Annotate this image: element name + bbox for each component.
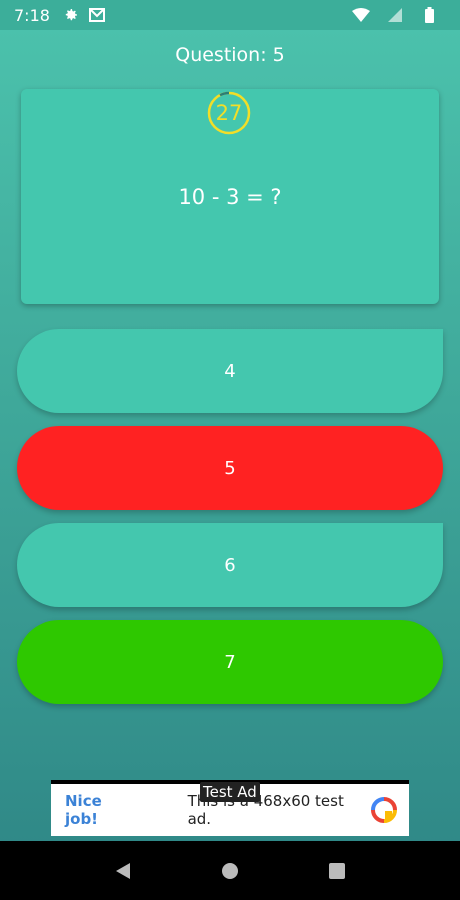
settings-icon [62,6,80,24]
answer-option-2[interactable]: 5 [17,426,443,510]
recents-icon[interactable] [325,859,349,883]
answer-label: 6 [224,554,236,576]
answer-label: 7 [224,651,236,673]
back-icon[interactable] [111,859,135,883]
answer-option-4[interactable]: 7 [17,620,443,704]
question-card: 27 10 - 3 = ? [21,89,439,304]
ad-headline: Nice job! [65,792,102,828]
battery-icon [420,6,438,24]
question-number-title: Question: 5 [175,44,285,66]
wifi-icon [352,6,370,24]
answer-label: 5 [224,457,236,479]
home-icon[interactable] [218,859,242,883]
mail-icon [88,6,106,24]
navigation-bar [0,841,460,900]
signal-icon [386,6,404,24]
answer-label: 4 [224,360,236,382]
answer-option-3[interactable]: 6 [17,523,443,607]
answer-option-1[interactable]: 4 [17,329,443,413]
timer-value: 27 [215,101,243,125]
test-ad-label: Test Ad [200,782,260,802]
ad-logo-icon [371,797,397,823]
status-time: 7:18 [14,5,50,25]
countdown-timer: 27 [207,91,251,135]
status-bar: 7:18 [0,0,460,30]
question-text: 10 - 3 = ? [178,185,282,209]
